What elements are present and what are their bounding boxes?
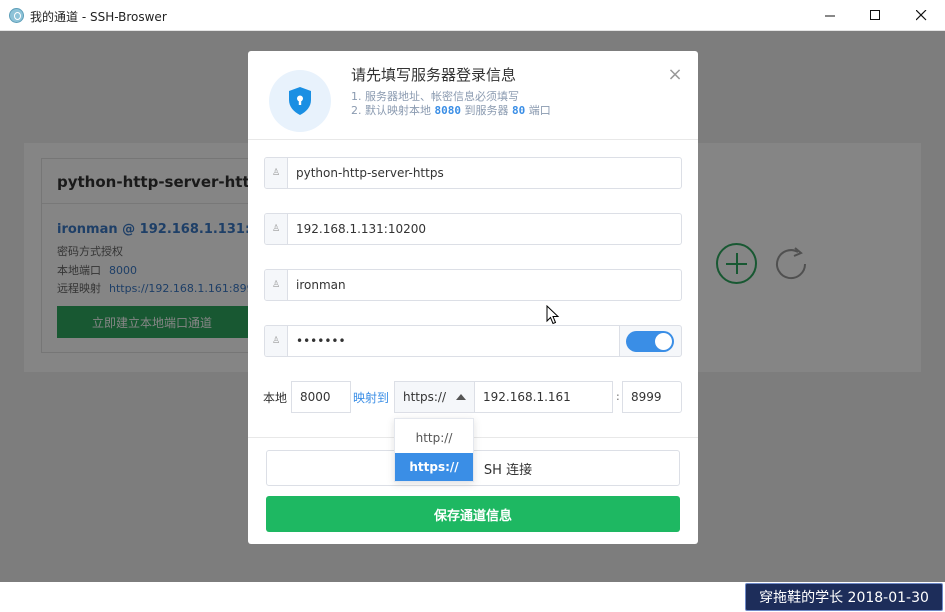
- close-icon: [915, 10, 926, 21]
- tip2-middle: 到服务器: [461, 104, 512, 117]
- username-field: ♙: [264, 269, 682, 301]
- remote-port-input[interactable]: 8999: [622, 381, 682, 413]
- protocol-dropdown: http:// https://: [394, 418, 474, 482]
- bell-icon: ♙: [265, 214, 288, 244]
- tip2-suffix: 端口: [525, 104, 551, 117]
- protocol-select[interactable]: https://: [394, 381, 475, 413]
- tip-line-1: 1. 服务器地址、帐密信息必须填写: [351, 90, 519, 103]
- password-input[interactable]: [296, 332, 616, 350]
- tip2-local-port: 8080: [434, 104, 462, 117]
- shield-icon: [269, 70, 331, 132]
- protocol-select-value: https://: [402, 390, 446, 404]
- tunnel-name-field: ♙: [264, 157, 682, 189]
- server-host-field: ♙: [264, 213, 682, 245]
- server-host-input[interactable]: [296, 220, 616, 238]
- dialog-header-divider: [248, 139, 698, 140]
- remote-host-input[interactable]: 192.168.1.161: [474, 381, 613, 413]
- lock-icon: ♙: [265, 326, 288, 356]
- minimize-button[interactable]: [807, 0, 853, 31]
- dialog-close-button[interactable]: ×: [667, 66, 683, 84]
- caret-up-icon: [456, 394, 466, 400]
- user-icon: ♙: [265, 270, 288, 300]
- save-tunnel-button[interactable]: 保存通道信息: [266, 496, 680, 532]
- port-separator: :: [616, 390, 620, 403]
- tip-line-2: 2. 默认映射本地 8080 到服务器 80 端口: [351, 104, 551, 118]
- dropdown-option-http[interactable]: http://: [395, 424, 473, 452]
- password-field: ♙: [264, 325, 620, 357]
- maximize-button[interactable]: [852, 0, 898, 31]
- tip2-remote-port: 80: [512, 104, 526, 117]
- dialog-tips: 1. 服务器地址、帐密信息必须填写 2. 默认映射本地 8080 到服务器 80…: [351, 90, 551, 118]
- window-titlebar: 我的通道 - SSH-Broswer: [0, 0, 945, 31]
- password-toggle-box: [619, 325, 682, 357]
- test-ssh-button-label: SH 连接: [483, 462, 533, 478]
- dropdown-option-https[interactable]: https://: [395, 453, 473, 481]
- local-port-input[interactable]: 8000: [291, 381, 351, 413]
- dialog-title: 请先填写服务器登录信息: [351, 66, 517, 84]
- password-visibility-toggle[interactable]: [626, 331, 674, 352]
- watermark-label: 穿拖鞋的学长 2018-01-30: [745, 583, 943, 611]
- mouse-cursor-icon: [546, 305, 560, 325]
- bell-icon: ♙: [265, 158, 288, 188]
- close-window-button[interactable]: [898, 0, 944, 31]
- tip2-prefix: 2. 默认映射本地: [351, 104, 435, 117]
- minimize-icon: [824, 15, 835, 17]
- local-label: 本地: [263, 391, 288, 405]
- app-logo-icon: [9, 8, 24, 23]
- window-title: 我的通道 - SSH-Broswer: [30, 10, 167, 24]
- map-to-label: 映射到: [353, 391, 390, 405]
- tunnel-name-input[interactable]: [296, 164, 616, 182]
- maximize-icon: [869, 10, 880, 20]
- username-input[interactable]: [296, 276, 616, 294]
